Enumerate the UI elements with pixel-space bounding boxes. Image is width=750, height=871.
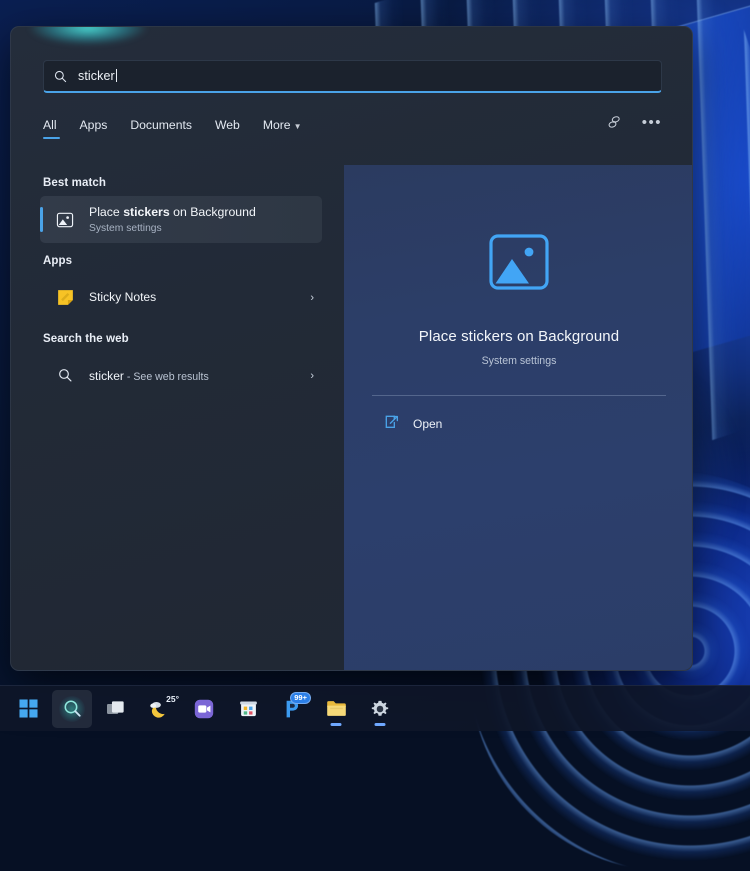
chevron-down-icon: ▼ [294,122,302,131]
taskbar: 25° 99+ [0,685,750,731]
group-heading-best-match: Best match [11,165,330,196]
tab-all-label: All [43,118,57,132]
result-text: Sticky Notes [89,290,310,305]
chevron-right-icon[interactable]: › [310,292,314,304]
tab-web[interactable]: Web [215,118,240,140]
task-view-button[interactable] [96,690,136,728]
result-title-pre: Place [89,205,123,219]
chevron-right-icon[interactable]: › [310,370,314,382]
preview-title: Place stickers on Background [372,327,666,347]
result-title: sticker - See web results [89,369,310,383]
flyout-accent-glow [29,26,147,45]
start-button[interactable] [8,690,48,728]
picture-icon [55,211,75,229]
result-item-place-stickers[interactable]: Place stickers on Background System sett… [40,196,322,243]
tab-all[interactable]: All [43,118,57,140]
more-options-icon[interactable]: ••• [642,115,662,130]
weather-widget[interactable]: 25° [140,690,180,728]
group-heading-apps: Apps [11,243,330,274]
preview-pane: Place stickers on Background System sett… [344,165,693,671]
search-icon [54,70,67,83]
result-subtitle: System settings [89,223,322,234]
web-search-icon [55,368,75,383]
group-heading-search-the-web: Search the web [11,321,330,352]
teams-chat-button[interactable] [184,690,224,728]
web-results-suffix: - See web results [124,371,209,383]
tab-documents-label: Documents [130,118,192,132]
result-title-post: on Background [170,205,256,219]
tab-web-label: Web [215,118,240,132]
tab-apps[interactable]: Apps [80,118,108,140]
file-explorer-button[interactable] [316,690,356,728]
results-list: Best match Place stickers on Background … [11,165,344,671]
result-title: Place stickers on Background [89,205,322,220]
tab-actions: ••• [606,115,662,130]
open-action-button[interactable]: Open [372,396,666,435]
result-title: Sticky Notes [89,290,310,305]
phone-link-button[interactable]: 99+ [272,690,312,728]
settings-button[interactable] [360,690,400,728]
microsoft-store-button[interactable] [228,690,268,728]
tab-more[interactable]: More▼ [263,118,302,140]
result-item-web-search[interactable]: sticker - See web results › [43,352,322,399]
tab-more-label: More [263,118,291,132]
web-query-text: sticker [89,369,124,383]
result-text: sticker - See web results [89,369,310,383]
search-input[interactable]: sticker [43,60,662,93]
tab-apps-label: Apps [80,118,108,132]
result-item-sticky-notes[interactable]: Sticky Notes › [43,274,322,321]
taskbar-search-button[interactable] [52,690,92,728]
open-action-label: Open [413,417,442,431]
external-link-icon [384,414,400,435]
picture-icon-large [480,223,558,301]
weather-temperature: 25° [166,694,179,704]
search-flyout-panel: sticker All Apps Documents Web More▼ •••… [10,26,693,671]
search-query-text: sticker [78,69,115,83]
text-caret [116,69,117,82]
feedback-icon[interactable] [606,115,623,130]
sticky-notes-icon [55,289,75,306]
tab-documents[interactable]: Documents [130,118,192,140]
filter-tabs: All Apps Documents Web More▼ ••• [43,113,662,145]
result-text: Place stickers on Background System sett… [89,205,322,233]
preview-subtitle: System settings [372,355,666,367]
result-title-highlight: stickers [123,205,170,219]
notification-badge: 99+ [290,692,311,704]
